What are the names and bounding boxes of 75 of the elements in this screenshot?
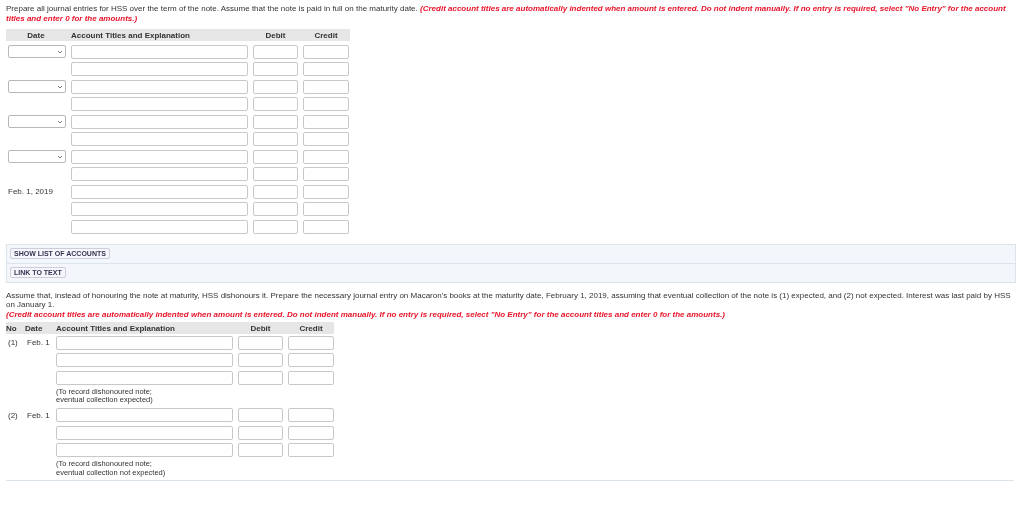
date-text: Feb. 1 [26, 338, 51, 348]
debit-field[interactable] [238, 443, 283, 458]
account-field[interactable] [71, 62, 248, 77]
account-field[interactable] [56, 353, 233, 368]
credit-field[interactable] [303, 62, 349, 77]
account-field[interactable] [56, 370, 233, 385]
debit-field[interactable] [253, 167, 298, 182]
column-header: Credit [298, 323, 324, 333]
account-field[interactable] [56, 335, 233, 350]
account-field[interactable] [71, 167, 248, 182]
account-field[interactable] [71, 132, 248, 147]
credit-field[interactable] [303, 219, 349, 234]
date-dropdown[interactable] [8, 45, 66, 59]
column-header: Debit [264, 30, 287, 40]
account-field[interactable] [71, 79, 248, 94]
credit-field[interactable] [288, 353, 334, 368]
caret-icon [57, 119, 63, 124]
debit-field[interactable] [253, 202, 298, 217]
date-text: Feb. 1, 2019 [7, 187, 54, 197]
date-dropdown[interactable] [8, 150, 66, 164]
instructions-text: Assume that, instead of honouring the note at maturity, HSS dishonours it. Prepare the necessary journal entry on Macaron's books at the maturity date, February 1, 2019, assuming that eventual collection of the note is (1) expected, and (2) not expected. Interest was last paid by HSS on January 1. (Credit account titles are automatically indented when amount is entered. Do not indent manually. If no entry is required, select "No Entry" for the account titles and enter 0 for the amounts.) [6, 290, 1012, 319]
column-header: Debit [249, 323, 272, 333]
debit-field[interactable] [253, 219, 298, 234]
debit-field[interactable] [238, 425, 283, 440]
credit-field[interactable] [303, 167, 349, 182]
debit-field[interactable] [238, 353, 283, 368]
entry-number: (2) [7, 410, 19, 420]
date-dropdown[interactable] [8, 80, 66, 94]
account-field[interactable] [71, 97, 248, 112]
entry-number: (1) [7, 338, 19, 348]
credit-field[interactable] [303, 79, 349, 94]
debit-field[interactable] [238, 335, 283, 350]
credit-field[interactable] [288, 335, 334, 350]
date-text: Feb. 1 [26, 410, 51, 420]
account-field[interactable] [71, 114, 248, 129]
instructions-text: Prepare all journal entries for HSS over the term of the note. Assume that the note is paid in full on the maturity date. (Credit account titles are automatically indented when amount is entered. Do not indent manually. If no entry is required, select "No Entry" for the account titles and enter 0 for the amounts.) [6, 4, 1007, 23]
caret-icon [57, 154, 63, 159]
account-field[interactable] [71, 202, 248, 217]
credit-field[interactable] [303, 132, 349, 147]
column-header: Date [26, 30, 46, 40]
debit-field[interactable] [253, 79, 298, 94]
debit-field[interactable] [253, 62, 298, 77]
credit-field[interactable] [288, 425, 334, 440]
debit-field[interactable] [253, 44, 298, 59]
account-field[interactable] [71, 44, 248, 59]
credit-field[interactable] [303, 202, 349, 217]
caret-icon [57, 84, 63, 89]
account-field[interactable] [56, 425, 233, 440]
column-header: Account Titles and Explanation [56, 323, 176, 333]
credit-field[interactable] [303, 97, 349, 112]
debit-field[interactable] [253, 184, 298, 199]
credit-field[interactable] [303, 44, 349, 59]
credit-field[interactable] [303, 149, 349, 164]
credit-field[interactable] [288, 408, 334, 423]
credit-field[interactable] [303, 184, 349, 199]
debit-field[interactable] [253, 114, 298, 129]
account-field[interactable] [56, 408, 233, 423]
account-field[interactable] [71, 219, 248, 234]
credit-field[interactable] [303, 114, 349, 129]
caret-icon [57, 49, 63, 54]
credit-field[interactable] [288, 370, 334, 385]
column-header: No [6, 323, 18, 333]
account-field[interactable] [71, 149, 248, 164]
column-header: Account Titles and Explanation [71, 30, 191, 40]
debit-field[interactable] [253, 132, 298, 147]
debit-field[interactable] [253, 149, 298, 164]
column-header: Credit [313, 30, 339, 40]
account-field[interactable] [71, 184, 248, 199]
date-dropdown[interactable] [8, 115, 66, 129]
debit-field[interactable] [238, 370, 283, 385]
debit-field[interactable] [253, 97, 298, 112]
debit-field[interactable] [238, 408, 283, 423]
credit-field[interactable] [288, 443, 334, 458]
column-header: Date [25, 323, 44, 333]
account-field[interactable] [56, 443, 233, 458]
